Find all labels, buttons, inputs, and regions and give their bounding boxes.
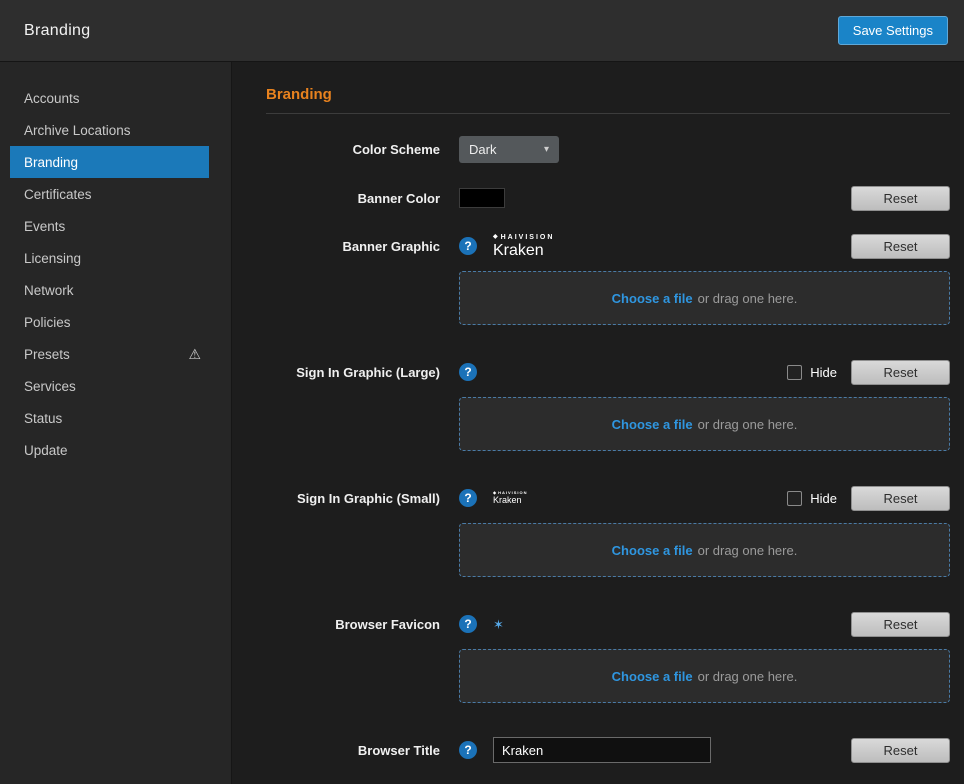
sign-in-graphic-large-label: Sign In Graphic (Large) bbox=[266, 365, 440, 380]
page-title: Branding bbox=[24, 22, 90, 40]
sidebar-item-certificates[interactable]: Certificates bbox=[0, 178, 209, 210]
sign-in-small-hide-group: Hide bbox=[787, 491, 837, 506]
favicon-preview-image: ✶ bbox=[493, 618, 504, 631]
row-sign-in-graphic-large: Sign In Graphic (Large) ? Hide Reset bbox=[266, 359, 950, 385]
sign-in-small-reset-button[interactable]: Reset bbox=[851, 486, 950, 511]
banner-graphic-dropzone[interactable]: Choose a file or drag one here. bbox=[459, 271, 950, 325]
section-divider bbox=[266, 113, 950, 114]
sidebar-item-presets[interactable]: Presets ⚠ bbox=[0, 338, 209, 370]
sidebar-item-label: Presets bbox=[24, 347, 70, 362]
dropzone-hint: or drag one here. bbox=[698, 291, 798, 306]
row-browser-favicon: Browser Favicon ? ✶ Reset bbox=[266, 611, 950, 637]
sidebar-item-label: Update bbox=[24, 443, 68, 458]
sidebar-item-network[interactable]: Network bbox=[0, 274, 209, 306]
color-scheme-selected-value: Dark bbox=[469, 142, 496, 157]
sidebar-item-accounts[interactable]: Accounts bbox=[0, 82, 209, 114]
row-browser-favicon-dropzone: Choose a file or drag one here. bbox=[266, 649, 950, 703]
sidebar-item-label: Accounts bbox=[24, 91, 80, 106]
main-layout: Accounts Archive Locations Branding Cert… bbox=[0, 62, 964, 784]
sign-in-small-hide-checkbox[interactable] bbox=[787, 491, 802, 506]
sign-in-large-hide-checkbox[interactable] bbox=[787, 365, 802, 380]
sidebar-item-licensing[interactable]: Licensing bbox=[0, 242, 209, 274]
top-bar: Branding Save Settings bbox=[0, 0, 964, 62]
sidebar-item-label: Licensing bbox=[24, 251, 81, 266]
choose-file-link[interactable]: Choose a file bbox=[612, 669, 693, 684]
choose-file-link[interactable]: Choose a file bbox=[612, 291, 693, 306]
sidebar-item-label: Services bbox=[24, 379, 76, 394]
row-banner-color: Banner Color Reset bbox=[266, 185, 950, 211]
warning-icon: ⚠ bbox=[188, 347, 201, 361]
section-heading: Branding bbox=[266, 86, 950, 103]
sidebar-item-archive-locations[interactable]: Archive Locations bbox=[0, 114, 209, 146]
help-icon[interactable]: ? bbox=[459, 741, 477, 759]
hide-checkbox-label: Hide bbox=[810, 491, 837, 506]
save-settings-button[interactable]: Save Settings bbox=[838, 16, 948, 45]
row-sign-in-graphic-small: Sign In Graphic (Small) ? ◆ HAIVISION Kr… bbox=[266, 485, 950, 511]
dropzone-hint: or drag one here. bbox=[698, 669, 798, 684]
sidebar-item-services[interactable]: Services bbox=[0, 370, 209, 402]
banner-color-swatch[interactable] bbox=[459, 188, 505, 208]
sidebar-item-label: Policies bbox=[24, 315, 71, 330]
sidebar: Accounts Archive Locations Branding Cert… bbox=[0, 62, 232, 784]
browser-favicon-dropzone[interactable]: Choose a file or drag one here. bbox=[459, 649, 950, 703]
sidebar-item-status[interactable]: Status bbox=[0, 402, 209, 434]
row-sign-in-large-dropzone: Choose a file or drag one here. bbox=[266, 397, 950, 451]
help-icon[interactable]: ? bbox=[459, 615, 477, 633]
sign-in-large-hide-group: Hide bbox=[787, 365, 837, 380]
row-banner-graphic-dropzone: Choose a file or drag one here. bbox=[266, 271, 950, 325]
sidebar-item-branding[interactable]: Branding bbox=[10, 146, 209, 178]
sidebar-item-label: Archive Locations bbox=[24, 123, 131, 138]
sidebar-item-label: Events bbox=[24, 219, 65, 234]
color-scheme-label: Color Scheme bbox=[266, 142, 440, 157]
browser-title-reset-button[interactable]: Reset bbox=[851, 738, 950, 763]
sidebar-item-policies[interactable]: Policies bbox=[0, 306, 209, 338]
sign-in-graphic-small-label: Sign In Graphic (Small) bbox=[266, 491, 440, 506]
sidebar-item-label: Network bbox=[24, 283, 74, 298]
sidebar-item-label: Branding bbox=[24, 155, 78, 170]
sign-in-small-preview: ◆ HAIVISION Kraken bbox=[493, 491, 528, 505]
logo-line1: HAIVISION bbox=[501, 234, 555, 241]
row-color-scheme: Color Scheme Dark ▾ bbox=[266, 136, 950, 163]
banner-graphic-preview: ◆ HAIVISION Kraken bbox=[493, 234, 554, 259]
dropzone-hint: or drag one here. bbox=[698, 543, 798, 558]
choose-file-link[interactable]: Choose a file bbox=[612, 543, 693, 558]
chevron-down-icon: ▾ bbox=[544, 144, 549, 155]
sidebar-item-events[interactable]: Events bbox=[0, 210, 209, 242]
help-icon[interactable]: ? bbox=[459, 489, 477, 507]
browser-title-label: Browser Title bbox=[266, 743, 440, 758]
banner-color-reset-button[interactable]: Reset bbox=[851, 186, 950, 211]
help-icon[interactable]: ? bbox=[459, 237, 477, 255]
sidebar-item-update[interactable]: Update bbox=[0, 434, 209, 466]
banner-color-label: Banner Color bbox=[266, 191, 440, 206]
hide-checkbox-label: Hide bbox=[810, 365, 837, 380]
haivision-logo-mark-icon: ◆ bbox=[493, 234, 498, 240]
sign-in-large-dropzone[interactable]: Choose a file or drag one here. bbox=[459, 397, 950, 451]
logo-line2: Kraken bbox=[493, 496, 528, 505]
row-banner-graphic: Banner Graphic ? ◆ HAIVISION Kraken Rese… bbox=[266, 233, 950, 259]
dropzone-hint: or drag one here. bbox=[698, 417, 798, 432]
banner-graphic-label: Banner Graphic bbox=[266, 239, 440, 254]
help-icon[interactable]: ? bbox=[459, 363, 477, 381]
content-panel: Branding Color Scheme Dark ▾ Banner Colo… bbox=[232, 62, 964, 784]
choose-file-link[interactable]: Choose a file bbox=[612, 417, 693, 432]
row-browser-title: Browser Title ? Reset bbox=[266, 737, 950, 763]
browser-title-input[interactable] bbox=[493, 737, 711, 763]
sidebar-item-label: Certificates bbox=[24, 187, 92, 202]
row-sign-in-small-dropzone: Choose a file or drag one here. bbox=[266, 523, 950, 577]
sidebar-item-label: Status bbox=[24, 411, 62, 426]
banner-graphic-reset-button[interactable]: Reset bbox=[851, 234, 950, 259]
browser-favicon-reset-button[interactable]: Reset bbox=[851, 612, 950, 637]
sign-in-small-dropzone[interactable]: Choose a file or drag one here. bbox=[459, 523, 950, 577]
color-scheme-select[interactable]: Dark ▾ bbox=[459, 136, 559, 163]
browser-favicon-label: Browser Favicon bbox=[266, 617, 440, 632]
logo-line2: Kraken bbox=[493, 243, 554, 259]
sign-in-large-reset-button[interactable]: Reset bbox=[851, 360, 950, 385]
